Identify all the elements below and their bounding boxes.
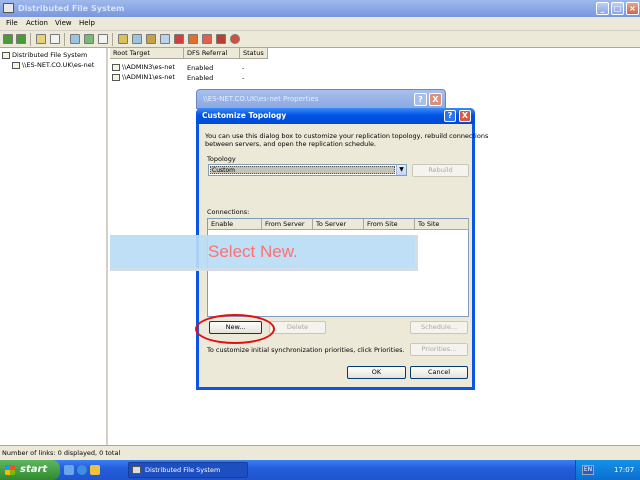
properties-dialog-title: \\ES-NET.CO.UK\es-net Properties	[203, 95, 319, 103]
maximize-button[interactable]: □	[611, 2, 624, 15]
menu-action[interactable]: Action	[26, 19, 48, 27]
system-tray: EN 17:07	[575, 460, 640, 480]
properties-icon[interactable]	[146, 34, 156, 44]
chevron-down-icon[interactable]: ▼	[396, 165, 406, 175]
server-share-icon	[112, 73, 120, 81]
column-header-to-site[interactable]: To Site	[415, 219, 469, 230]
instruction-callout: Select New.	[110, 235, 418, 271]
column-header-from-site[interactable]: From Site	[364, 219, 415, 230]
topology-label: Topology	[207, 155, 236, 163]
window-title: Distributed File System	[18, 4, 125, 13]
referral-cell: Enabled	[187, 64, 214, 72]
status-cell: -	[242, 74, 245, 82]
highlight-circle	[195, 314, 275, 344]
referral-cell: Enabled	[187, 74, 214, 82]
delete-icon[interactable]	[188, 34, 198, 44]
tree-pane: Distributed File System \\ES-NET.CO.UK\e…	[0, 48, 108, 445]
toolbar-separator	[112, 33, 113, 46]
help-icon[interactable]	[118, 34, 128, 44]
rebuild-button[interactable]: Rebuild	[412, 164, 469, 177]
window-title-bar: Distributed File System _ □ ×	[0, 0, 640, 17]
show-hide-tree-icon[interactable]	[50, 34, 60, 44]
cancel-icon[interactable]	[216, 34, 226, 44]
delete-connection-button[interactable]: Delete	[269, 321, 326, 334]
toolbar-separator	[64, 33, 65, 46]
minimize-button[interactable]: _	[596, 2, 609, 15]
properties-close-button[interactable]: X	[429, 93, 442, 106]
dialog-close-button[interactable]: X	[459, 110, 471, 122]
table-row[interactable]: \\ADMIN3\es-net	[112, 63, 175, 71]
schedule-button[interactable]: Schedule...	[410, 321, 468, 334]
disable-icon[interactable]	[230, 34, 240, 44]
tree-child-item[interactable]: \\ES-NET.CO.UK\es-net	[12, 61, 94, 69]
start-button[interactable]: start	[0, 460, 60, 480]
column-header-status[interactable]: Status	[240, 48, 268, 59]
check-status-icon[interactable]	[160, 34, 170, 44]
column-header-dfs-referral[interactable]: DFS Referral	[184, 48, 240, 59]
tree-root-item[interactable]: Distributed File System	[2, 51, 87, 59]
properties-help-button[interactable]: ?	[414, 93, 427, 106]
table-row[interactable]: \\ADMIN1\es-net	[112, 73, 175, 81]
status-bar: Number of links: 0 displayed, 0 total	[0, 445, 640, 460]
instruction-text: Select New.	[208, 242, 298, 261]
menu-bar: File Action View Help	[0, 17, 640, 31]
topology-value: Custom	[210, 166, 395, 174]
cancel-button[interactable]: Cancel	[410, 366, 468, 379]
remove-icon[interactable]	[202, 34, 212, 44]
up-icon[interactable]	[36, 34, 46, 44]
menu-view[interactable]: View	[55, 19, 72, 27]
priorities-description: To customize initial synchronization pri…	[207, 346, 405, 354]
export-icon[interactable]	[84, 34, 94, 44]
language-indicator[interactable]: EN	[582, 465, 594, 475]
media-player-icon[interactable]	[90, 465, 100, 475]
column-header-from-server[interactable]: From Server	[262, 219, 313, 230]
show-desktop-icon[interactable]	[64, 465, 74, 475]
forward-icon[interactable]	[16, 34, 26, 44]
taskbar-item-dfs[interactable]: Distributed File System	[128, 462, 248, 478]
filter-icon[interactable]	[132, 34, 142, 44]
dfs-console-icon	[132, 466, 141, 474]
dfs-folder-icon	[2, 51, 10, 59]
status-cell: -	[242, 64, 245, 72]
stop-icon[interactable]	[174, 34, 184, 44]
dfs-console-icon	[3, 3, 14, 13]
menu-help[interactable]: Help	[79, 19, 95, 27]
taskbar: start Distributed File System EN 17:07	[0, 460, 640, 480]
properties-dialog-title-bar: \\ES-NET.CO.UK\es-net Properties ? X	[196, 89, 446, 109]
dialog-description-line2: between servers, and open the replicatio…	[205, 140, 377, 148]
close-window-button[interactable]: ×	[626, 2, 639, 15]
new-root-icon[interactable]	[98, 34, 108, 44]
server-share-icon	[112, 63, 120, 71]
internet-explorer-icon[interactable]	[77, 465, 87, 475]
priorities-button[interactable]: Priorities...	[410, 343, 468, 356]
column-header-enable[interactable]: Enable	[208, 219, 262, 230]
dialog-help-button[interactable]: ?	[444, 110, 456, 122]
topology-select[interactable]: Custom ▼	[208, 164, 407, 176]
dfs-root-icon	[12, 61, 20, 69]
start-label: start	[20, 464, 48, 475]
back-icon[interactable]	[3, 34, 13, 44]
column-header-to-server[interactable]: To Server	[313, 219, 364, 230]
ok-button[interactable]: OK	[347, 366, 406, 379]
refresh-icon[interactable]	[70, 34, 80, 44]
windows-logo-icon	[5, 465, 15, 475]
clock: 17:07	[614, 466, 635, 474]
menu-file[interactable]: File	[6, 19, 18, 27]
toolbar-separator	[30, 33, 31, 46]
dialog-title-bar: Customize Topology ? X	[196, 108, 475, 124]
column-header-root-target[interactable]: Root Target	[110, 48, 184, 59]
dialog-title: Customize Topology	[202, 111, 287, 120]
connections-label: Connections:	[207, 208, 250, 216]
dialog-description-line1: You can use this dialog box to customize…	[205, 132, 489, 140]
toolbar	[0, 31, 640, 48]
